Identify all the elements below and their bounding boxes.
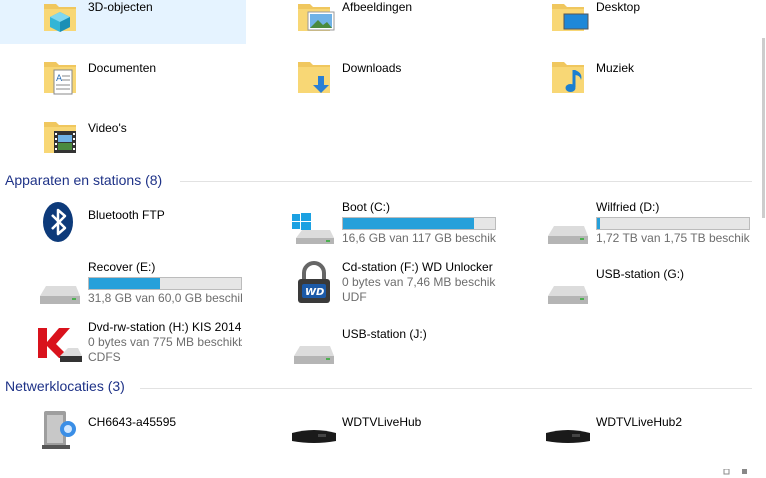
- usb-drive-icon: [292, 320, 336, 364]
- group-header-label: Apparaten en stations (8): [5, 172, 163, 188]
- folder-documents[interactable]: A Documenten: [0, 48, 246, 106]
- folder-videos[interactable]: Video's: [0, 108, 246, 166]
- group-header-devices[interactable]: Apparaten en stations (8): [5, 172, 162, 188]
- device-cd-f[interactable]: WD Cd-station (F:) WD Unlocker 0 bytes v…: [254, 254, 500, 312]
- folder-name: Downloads: [342, 61, 402, 75]
- documents-folder-icon: A: [38, 54, 82, 98]
- device-detail: 0 bytes van 775 MB beschikbaar: [88, 335, 242, 349]
- device-detail: 31,8 GB van 60,0 GB beschikbaar: [88, 291, 242, 305]
- group-header-network[interactable]: Netwerklocaties (3): [5, 378, 125, 394]
- device-name: USB-station (J:): [342, 327, 427, 341]
- device-boot-c[interactable]: Boot (C:) 16,6 GB van 117 GB beschikbaar: [254, 194, 500, 252]
- device-name: Bluetooth FTP: [88, 208, 165, 222]
- storage-usage-fill: [597, 218, 601, 229]
- network-name: WDTVLiveHub2: [596, 415, 683, 429]
- hard-drive-icon: [38, 260, 82, 304]
- device-usb-j[interactable]: USB-station (J:): [254, 314, 500, 372]
- videos-folder-icon: [38, 114, 82, 158]
- device-name: Cd-station (F:) WD Unlocker: [342, 260, 493, 274]
- device-usb-g[interactable]: USB-station (G:): [508, 254, 754, 312]
- folder-name: Desktop: [596, 0, 641, 14]
- network-wdtvlivehub[interactable]: WDTVLiveHub: [254, 401, 500, 459]
- device-detail: 1,72 TB van 1,75 TB beschikbaar: [596, 231, 750, 245]
- music-folder-icon: [546, 54, 590, 98]
- storage-usage-bar: [596, 217, 750, 230]
- folder-downloads[interactable]: Downloads: [254, 48, 500, 106]
- windows-drive-icon: [292, 200, 336, 244]
- storage-usage-fill: [343, 218, 474, 229]
- group-divider: [180, 181, 752, 182]
- network-ch6643[interactable]: CH6643-a45595: [0, 401, 246, 459]
- pictures-folder-icon: [292, 0, 336, 36]
- device-wilfried-d[interactable]: Wilfried (D:) 1,72 TB van 1,75 TB beschi…: [508, 194, 754, 252]
- hard-drive-icon: [546, 200, 590, 244]
- network-name: CH6643-a45595: [88, 415, 177, 429]
- usb-drive-icon: [546, 260, 590, 304]
- scrollbar-thumb[interactable]: [762, 38, 765, 218]
- device-name: Dvd-rw-station (H:) KIS 2014: [88, 320, 242, 334]
- device-filesystem: UDF: [342, 290, 367, 304]
- network-storage-icon: [38, 407, 82, 451]
- device-recover-e[interactable]: Recover (E:) 31,8 GB van 60,0 GB beschik…: [0, 254, 246, 312]
- device-filesystem: CDFS: [88, 350, 121, 364]
- network-name: WDTVLiveHub: [342, 415, 422, 429]
- svg-text:WD: WD: [305, 287, 324, 298]
- device-bluetooth-ftp[interactable]: Bluetooth FTP: [0, 194, 246, 252]
- wd-lock-icon: WD: [292, 260, 336, 304]
- device-detail: 0 bytes van 7,46 MB beschikbaar: [342, 275, 496, 289]
- device-name: Wilfried (D:): [596, 200, 660, 214]
- network-wdtvlivehub2[interactable]: WDTVLiveHub2: [508, 401, 754, 459]
- folder-desktop[interactable]: Desktop: [508, 0, 754, 44]
- group-header-label: Netwerklocaties (3): [5, 378, 125, 394]
- device-detail: 16,6 GB van 117 GB beschikbaar: [342, 231, 496, 245]
- folder-name: Video's: [88, 121, 127, 135]
- device-name: Boot (C:): [342, 200, 391, 214]
- storage-usage-fill: [89, 278, 161, 289]
- folder-name: Documenten: [88, 61, 157, 75]
- folder-music[interactable]: Muziek: [508, 48, 754, 106]
- downloads-folder-icon: [292, 54, 336, 98]
- svg-text:A: A: [56, 74, 63, 84]
- vertical-scrollbar[interactable]: [760, 0, 766, 472]
- view-toggle-icons[interactable]: [722, 464, 752, 475]
- bluetooth-icon: [38, 200, 82, 244]
- device-dvd-h[interactable]: Dvd-rw-station (H:) KIS 2014 0 bytes van…: [0, 314, 246, 372]
- media-player-icon: [292, 407, 336, 451]
- folder-pictures[interactable]: Afbeeldingen: [254, 0, 500, 44]
- 3d-objects-folder-icon: [38, 0, 82, 36]
- device-name: USB-station (G:): [596, 267, 685, 281]
- folder-name: 3D-objecten: [88, 0, 153, 14]
- storage-usage-bar: [88, 277, 242, 290]
- folder-name: Muziek: [596, 61, 635, 75]
- folder-3d-objects[interactable]: 3D-objecten: [0, 0, 246, 44]
- media-player-icon: [546, 407, 590, 451]
- desktop-folder-icon: [546, 0, 590, 36]
- device-name: Recover (E:): [88, 260, 156, 274]
- storage-usage-bar: [342, 217, 496, 230]
- group-divider: [140, 388, 752, 389]
- kaspersky-icon: [38, 320, 82, 364]
- folder-name: Afbeeldingen: [342, 0, 413, 14]
